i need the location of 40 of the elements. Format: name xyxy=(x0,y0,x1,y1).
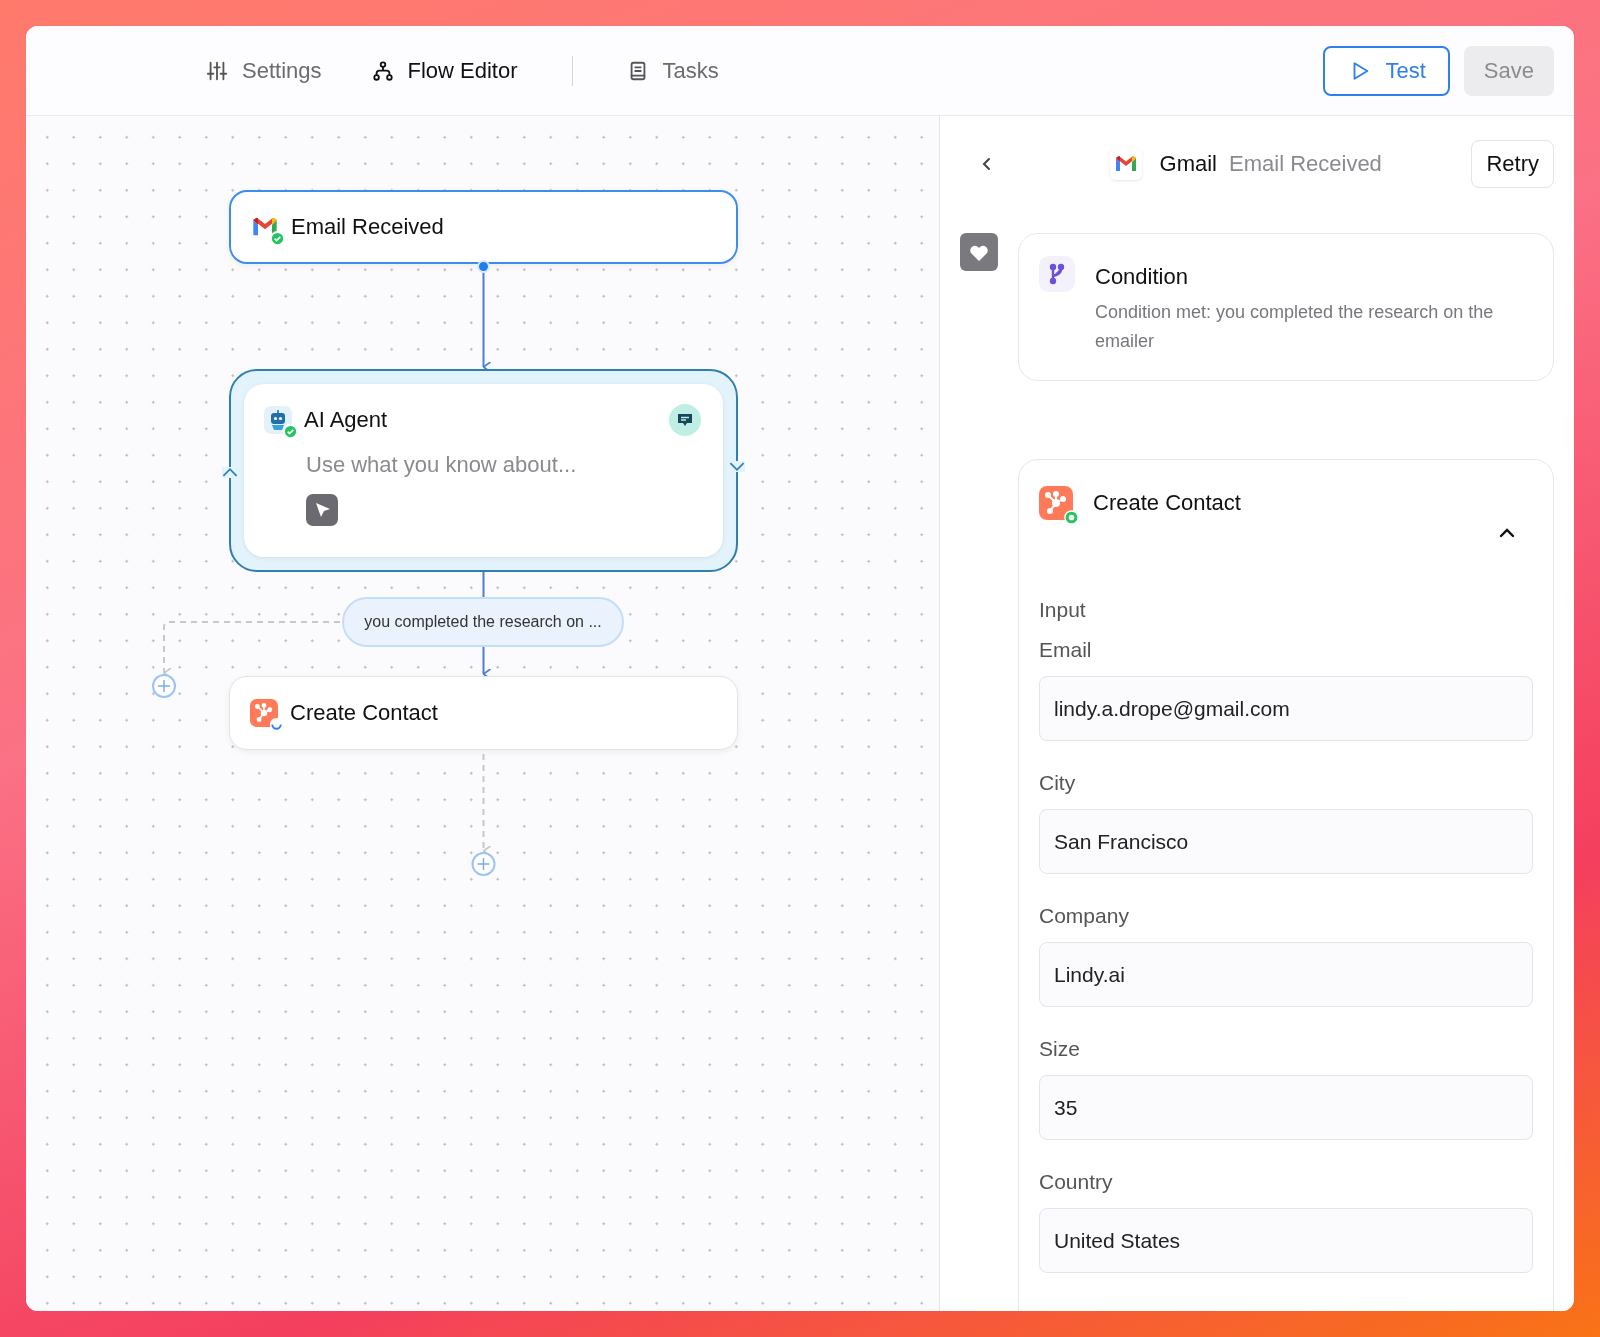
section-label: Input xyxy=(1039,598,1087,622)
field-label: Company xyxy=(1039,904,1130,928)
branch-icon xyxy=(1039,256,1075,292)
test-button[interactable]: Test xyxy=(1323,45,1450,96)
field-label: Country xyxy=(1039,1170,1114,1194)
node-title: AI Agent xyxy=(304,407,389,433)
input-field[interactable]: Lindy.ai xyxy=(1039,942,1533,1007)
tab[interactable]: Settings xyxy=(206,51,322,90)
back-icon[interactable] xyxy=(982,156,992,172)
input-field[interactable]: 35 xyxy=(1039,1075,1533,1140)
flow-icon xyxy=(371,59,394,82)
retry-button[interactable]: Retry xyxy=(1471,140,1554,188)
agent-node[interactable]: AI Agent Use what you know about... xyxy=(244,384,723,557)
sprocket-icon xyxy=(1039,486,1073,520)
chat-bubble-icon[interactable] xyxy=(669,404,701,436)
sprocket-icon xyxy=(250,699,278,727)
field-label: City xyxy=(1039,771,1077,795)
robot-icon xyxy=(264,406,292,434)
step-description: Condition met: you completed the research on the emailer xyxy=(1095,301,1495,353)
field-label: Email xyxy=(1039,638,1093,662)
node-title: Create Contact xyxy=(290,700,438,726)
app-name: Gmail xyxy=(1159,151,1217,177)
input-field[interactable]: lindy.a.drope@gmail.com xyxy=(1039,676,1533,741)
field-label: Size xyxy=(1039,1037,1081,1061)
condition-label[interactable]: you completed the research on ... xyxy=(342,597,624,647)
node-title: Email Received xyxy=(291,214,444,240)
node-subtitle: Use what you know about... xyxy=(306,452,578,478)
input-field[interactable]: San Francisco xyxy=(1039,809,1533,874)
step-title: Create Contact xyxy=(1093,490,1241,516)
trigger-node[interactable]: Email Received xyxy=(229,190,738,264)
tab[interactable]: Flow Editor xyxy=(371,51,518,90)
event-name: Email Received xyxy=(1229,151,1382,177)
tab[interactable]: Tasks xyxy=(626,51,719,90)
input-field[interactable]: United States xyxy=(1039,1208,1533,1273)
chevron-up-icon[interactable] xyxy=(1499,528,1515,538)
cursor-icon[interactable] xyxy=(306,494,338,526)
action-node[interactable]: Create Contact xyxy=(229,676,738,750)
sliders-icon xyxy=(206,59,228,82)
connector-line xyxy=(482,571,485,598)
step-title: Condition xyxy=(1095,264,1189,290)
